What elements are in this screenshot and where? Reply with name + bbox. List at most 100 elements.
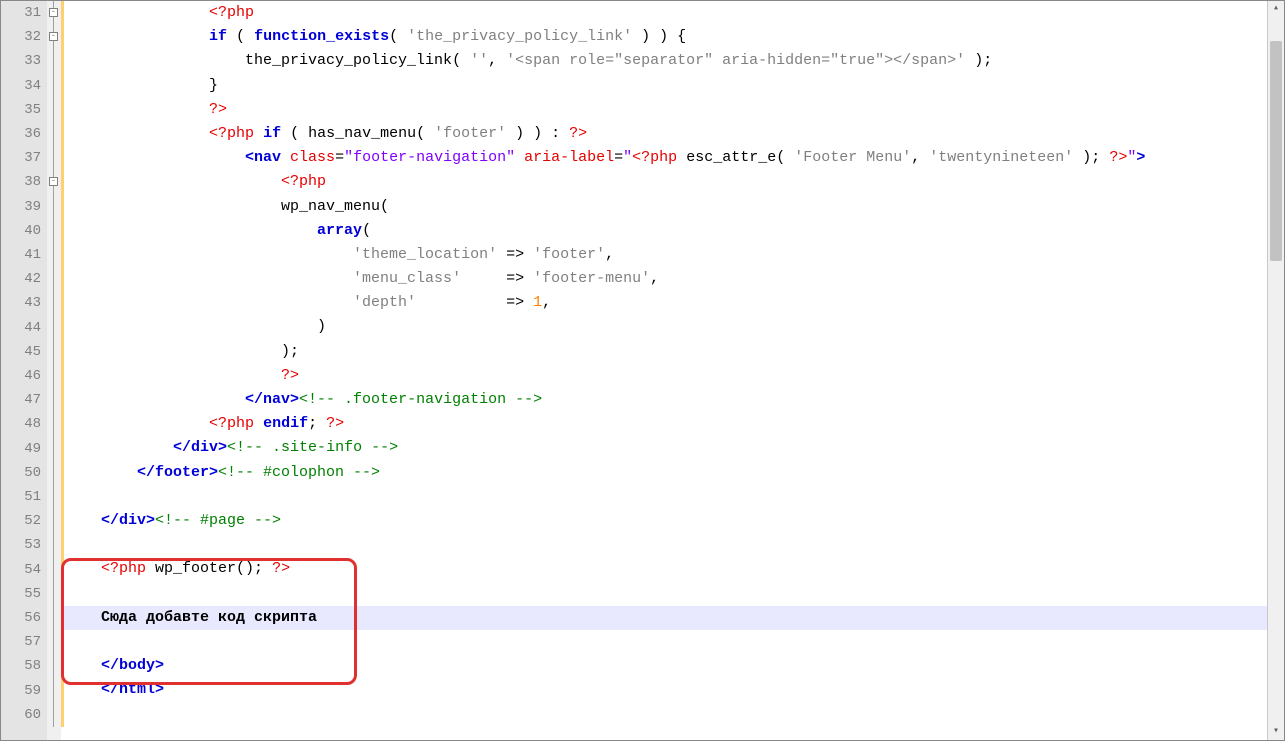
line-number[interactable]: 57 [1, 630, 41, 654]
line-number[interactable]: 60 [1, 703, 41, 727]
code-line[interactable]: </html> [61, 678, 1267, 702]
code-line[interactable]: <?php if ( has_nav_menu( 'footer' ) ) : … [61, 122, 1267, 146]
code-token: 'Footer Menu' [794, 149, 911, 166]
code-line[interactable]: } [61, 74, 1267, 98]
line-number[interactable]: 42 [1, 267, 41, 291]
code-token: ( [389, 28, 407, 45]
code-token: , [605, 246, 614, 263]
fold-column[interactable]: - - - [47, 1, 61, 740]
fold-toggle-icon[interactable]: - [49, 177, 58, 186]
code-token [65, 149, 245, 166]
code-line[interactable]: <?php [61, 1, 1267, 25]
code-token: = [335, 149, 344, 166]
line-number[interactable]: 54 [1, 558, 41, 582]
line-number[interactable]: 43 [1, 291, 41, 315]
code-line[interactable]: ?> [61, 98, 1267, 122]
code-line[interactable]: </body> [61, 654, 1267, 678]
code-line[interactable]: ?> [61, 364, 1267, 388]
line-number[interactable]: 47 [1, 388, 41, 412]
line-number-gutter[interactable]: 3132333435363738394041424344454647484950… [1, 1, 47, 740]
code-token: <!-- .footer-navigation --> [299, 391, 542, 408]
code-token: <!-- #colophon --> [218, 464, 380, 481]
code-token: 1 [533, 294, 542, 311]
line-number[interactable]: 53 [1, 533, 41, 557]
fold-toggle-icon[interactable]: - [49, 8, 58, 17]
line-number[interactable]: 32 [1, 25, 41, 49]
code-line[interactable]: the_privacy_policy_link( '', '<span role… [61, 49, 1267, 73]
code-line[interactable]: ); [61, 340, 1267, 364]
line-number[interactable]: 37 [1, 146, 41, 170]
code-line[interactable] [61, 582, 1267, 606]
code-line[interactable]: 'menu_class' => 'footer-menu', [61, 267, 1267, 291]
code-line[interactable]: <?php wp_footer(); ?> [61, 557, 1267, 581]
code-token [65, 101, 209, 118]
line-number[interactable]: 49 [1, 437, 41, 461]
code-token: wp_footer(); [146, 560, 272, 577]
code-line[interactable]: </footer><!-- #colophon --> [61, 461, 1267, 485]
line-number[interactable]: 52 [1, 509, 41, 533]
code-line[interactable]: </nav><!-- .footer-navigation --> [61, 388, 1267, 412]
code-line[interactable]: </div><!-- .site-info --> [61, 436, 1267, 460]
code-token: <?php [209, 125, 254, 142]
code-line[interactable]: <nav class="footer-navigation" aria-labe… [61, 146, 1267, 170]
line-number[interactable]: 55 [1, 582, 41, 606]
line-number[interactable]: 44 [1, 316, 41, 340]
code-line[interactable]: 'theme_location' => 'footer', [61, 243, 1267, 267]
line-number[interactable]: 48 [1, 412, 41, 436]
line-number[interactable]: 56 [1, 606, 41, 630]
line-number[interactable]: 58 [1, 654, 41, 678]
scroll-up-arrow[interactable]: ▴ [1268, 1, 1284, 17]
code-token: ( [362, 222, 371, 239]
line-number[interactable]: 40 [1, 219, 41, 243]
code-token [254, 125, 263, 142]
line-number[interactable]: 50 [1, 461, 41, 485]
line-number[interactable]: 51 [1, 485, 41, 509]
line-number[interactable]: 33 [1, 49, 41, 73]
scroll-thumb[interactable] [1270, 41, 1282, 261]
code-token: if [209, 28, 227, 45]
code-token: </div> [101, 512, 155, 529]
code-line[interactable] [61, 630, 1267, 654]
fold-toggle-icon[interactable]: - [49, 32, 58, 41]
code-line[interactable]: <?php endif; ?> [61, 412, 1267, 436]
code-token [65, 609, 101, 626]
code-line[interactable] [61, 485, 1267, 509]
line-number[interactable]: 59 [1, 679, 41, 703]
line-number[interactable]: 46 [1, 364, 41, 388]
scroll-down-arrow[interactable]: ▾ [1268, 724, 1284, 740]
code-token: => [461, 270, 533, 287]
line-number[interactable]: 35 [1, 98, 41, 122]
line-number[interactable]: 34 [1, 74, 41, 98]
code-line[interactable]: wp_nav_menu( [61, 195, 1267, 219]
code-line[interactable]: 'depth' => 1, [61, 291, 1267, 315]
code-line[interactable]: ) [61, 315, 1267, 339]
code-token: esc_attr_e( [677, 149, 794, 166]
code-token: 'menu_class' [353, 270, 461, 287]
code-area[interactable]: <?php if ( function_exists( 'the_privacy… [61, 1, 1267, 740]
line-number[interactable]: 31 [1, 1, 41, 25]
code-line[interactable]: array( [61, 219, 1267, 243]
line-number[interactable]: 41 [1, 243, 41, 267]
code-line[interactable]: Сюда добавте код скрипта [61, 606, 1267, 630]
code-token: </footer> [137, 464, 218, 481]
code-token: ( [227, 28, 254, 45]
code-token: array [317, 222, 362, 239]
code-token [65, 28, 209, 45]
code-line[interactable]: if ( function_exists( 'the_privacy_polic… [61, 25, 1267, 49]
line-number[interactable]: 38 [1, 170, 41, 194]
code-token: 'theme_location' [353, 246, 497, 263]
code-token [65, 415, 209, 432]
code-line[interactable]: </div><!-- #page --> [61, 509, 1267, 533]
code-token: 'depth' [353, 294, 416, 311]
code-token: wp_nav_menu( [65, 198, 389, 215]
code-editor: 3132333435363738394041424344454647484950… [0, 0, 1285, 741]
code-token: '<span role="separator" aria-hidden="tru… [506, 52, 965, 69]
code-line[interactable] [61, 702, 1267, 726]
line-number[interactable]: 39 [1, 195, 41, 219]
line-number[interactable]: 45 [1, 340, 41, 364]
code-line[interactable]: <?php [61, 170, 1267, 194]
code-line[interactable] [61, 533, 1267, 557]
line-number[interactable]: 36 [1, 122, 41, 146]
code-token: </html> [101, 681, 164, 698]
vertical-scrollbar[interactable]: ▴ ▾ [1267, 1, 1284, 740]
